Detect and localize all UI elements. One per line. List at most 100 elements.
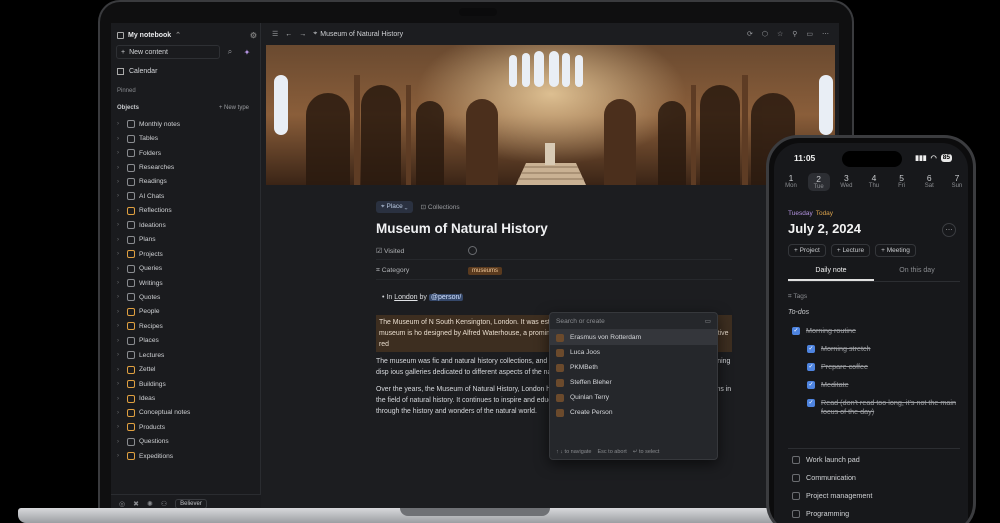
sync-icon[interactable]: ⟳ [747,30,753,38]
person-mention[interactable]: @person/ [428,294,464,301]
week-day[interactable]: 3 Wed [835,173,857,191]
sidebar-item[interactable]: › Queries [117,261,257,275]
sidebar-item[interactable]: › Readings [117,175,257,189]
todo-checkbox[interactable] [792,492,800,500]
chevron-right-icon[interactable]: › [117,251,123,257]
sidebar-item[interactable]: › AI Chats [117,189,257,203]
plan-badge[interactable]: Believer [175,498,207,509]
chevron-right-icon[interactable]: › [117,367,123,373]
popup-item[interactable]: Luca Joos [550,345,717,360]
todo-item[interactable]: Work launch pad [792,455,960,464]
tools-icon[interactable]: ✖ [133,500,139,508]
chevron-right-icon[interactable]: › [117,410,123,416]
week-day[interactable]: 6 Sat [918,173,940,191]
visited-checkbox[interactable] [468,246,477,255]
sidebar-item[interactable]: › Reflections [117,204,257,218]
todo-checkbox[interactable]: ✓ [792,327,800,335]
bullet-line[interactable]: • In London by @person/ [376,294,732,301]
category-tag[interactable]: museums [468,266,503,275]
week-day[interactable]: 7 Sun [946,173,968,191]
todo-checkbox[interactable] [792,456,800,464]
todo-checkbox[interactable]: ✓ [807,381,815,389]
chevron-right-icon[interactable]: › [117,424,123,430]
type-chip[interactable]: ⌖ Place ⌄ [376,201,413,213]
sidebar-item[interactable]: › Places [117,334,257,348]
sidebar-item[interactable]: › Questions [117,435,257,449]
chevron-right-icon[interactable]: › [117,222,123,228]
chevron-right-icon[interactable]: › [117,136,123,142]
week-day[interactable]: 2 Tue [807,173,830,191]
quick-add-chip[interactable]: + Lecture [830,244,871,257]
sidebar-item[interactable]: › Lectures [117,348,257,362]
london-link[interactable]: London [394,294,417,301]
todo-checkbox[interactable]: ✓ [807,363,815,371]
sidebar-item[interactable]: › Writings [117,276,257,290]
sidebar-item[interactable]: › Zettel [117,362,257,376]
todo-item[interactable]: Communication [792,473,960,482]
sidebar-item[interactable]: › People [117,305,257,319]
new-content-button[interactable]: + New content [116,45,220,59]
todo-item[interactable]: ✓ Morning routine [792,326,960,335]
more-icon[interactable]: ⋯ [942,223,956,237]
graph-icon[interactable]: ⬡ [762,30,768,38]
tags-row[interactable]: ⌗ Tags [788,293,807,301]
todo-item[interactable]: ✓ Read (don't read too long, it's not the… [807,398,960,416]
week-day[interactable]: 5 Fri [891,173,913,191]
chevron-right-icon[interactable]: › [117,453,123,459]
chevron-right-icon[interactable]: › [117,150,123,156]
todo-item[interactable]: Programming [792,509,960,518]
todo-checkbox[interactable]: ✓ [807,399,815,407]
chevron-right-icon[interactable]: › [117,280,123,286]
popup-item[interactable]: Quinlan Terry [550,390,717,405]
chevron-right-icon[interactable]: › [117,121,123,127]
settings-icon[interactable]: ✺ [147,500,153,508]
quick-add-chip[interactable]: + Project [788,244,826,257]
sidebar-item[interactable]: › Expeditions [117,449,257,463]
popup-item[interactable]: Steffen Bleher [550,375,717,390]
chevron-right-icon[interactable]: › [117,193,123,199]
chevron-right-icon[interactable]: › [117,439,123,445]
sidebar-item-calendar[interactable]: Calendar [117,68,157,75]
sidebar-item[interactable]: › Buildings [117,377,257,391]
sidebar-item[interactable]: › Ideations [117,218,257,232]
page-title[interactable]: Museum of Natural History [376,221,732,236]
todo-item[interactable]: ✓ Meditate [807,380,960,389]
chevron-right-icon[interactable]: › [117,381,123,387]
chevron-right-icon[interactable]: › [117,352,123,358]
sidebar-item[interactable]: › Ideas [117,391,257,405]
sidebar-item[interactable]: › Projects [117,247,257,261]
collections-link[interactable]: ⊡ Collections [421,203,460,211]
todo-checkbox[interactable]: ✓ [807,345,815,353]
popup-item[interactable]: Erasmus von Rotterdam [550,330,717,345]
chevron-right-icon[interactable]: › [117,396,123,402]
bookmark-icon[interactable]: ☆ [777,30,783,38]
more-icon[interactable]: ⋯ [822,30,829,38]
panel-icon[interactable]: ▭ [806,30,813,38]
chevron-right-icon[interactable]: › [117,294,123,300]
popup-item[interactable]: PKMBeth [550,360,717,375]
quick-add-chip[interactable]: + Meeting [875,244,916,257]
popup-search[interactable]: Search or create ▭ [550,313,717,330]
chevron-right-icon[interactable]: › [117,309,123,315]
sidebar-item[interactable]: › Plans [117,233,257,247]
globe-icon[interactable]: ◎ [119,500,125,508]
search-icon[interactable]: ⌕ [223,45,237,59]
todo-checkbox[interactable] [792,510,800,518]
sidebar-item[interactable]: › Products [117,420,257,434]
todo-item[interactable]: ✓ Morning stretch [807,344,960,353]
todo-item[interactable]: ✓ Prepare coffee [807,362,960,371]
chevron-right-icon[interactable]: › [117,208,123,214]
chevron-right-icon[interactable]: › [117,237,123,243]
chevron-right-icon[interactable]: › [117,338,123,344]
sidebar-item[interactable]: › Quotes [117,290,257,304]
tab-daily-note[interactable]: Daily note [788,267,874,281]
gear-icon[interactable]: ⚙ [250,31,257,40]
sidebar-item[interactable]: › Recipes [117,319,257,333]
new-type-button[interactable]: + New type [219,105,249,111]
notebook-switcher[interactable]: My notebook ⌃ ⚙ [117,29,257,41]
forward-arrow-icon[interactable]: → [299,31,306,38]
back-arrow-icon[interactable]: ← [285,31,292,38]
sidebar-item[interactable]: › Conceptual notes [117,406,257,420]
chevron-right-icon[interactable]: › [117,165,123,171]
folder-icon[interactable]: ▭ [705,317,711,325]
